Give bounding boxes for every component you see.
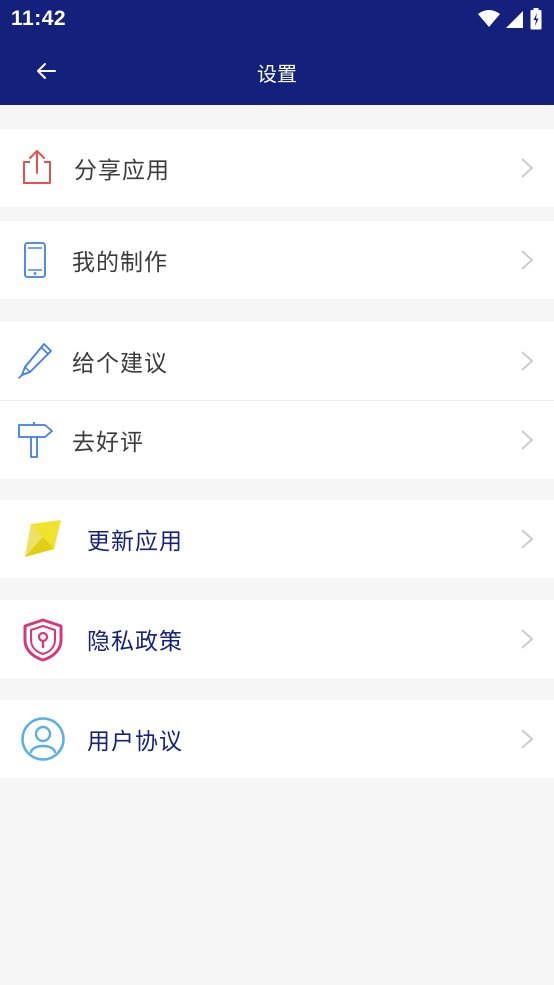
settings-group-privacy: 隐私政策 (0, 600, 554, 678)
chevron-right-icon (520, 728, 534, 750)
menu-item-agreement-label: 用户协议 (87, 729, 183, 755)
user-icon (20, 716, 65, 761)
status-bar: 11:42 (0, 0, 554, 38)
menu-item-my-works-label: 我的制作 (72, 250, 168, 276)
update-icon (23, 519, 61, 557)
menu-item-privacy-label: 隐私政策 (87, 629, 183, 655)
menu-item-privacy[interactable]: 隐私政策 (0, 600, 554, 678)
menu-item-share-label: 分享应用 (74, 158, 170, 184)
menu-item-suggest[interactable]: 给个建议 (0, 322, 554, 400)
signal-icon (506, 9, 524, 33)
battery-icon (530, 8, 542, 34)
page-title: 设置 (257, 62, 297, 86)
status-icons (472, 8, 542, 34)
chevron-right-icon (520, 350, 534, 372)
chevron-right-icon (520, 528, 534, 550)
chevron-right-icon (520, 429, 534, 451)
chevron-right-icon (520, 628, 534, 650)
settings-group-update: 更新应用 (0, 500, 554, 578)
status-time: 11:42 (11, 7, 67, 30)
app-bar: 设置 (0, 38, 554, 105)
settings-group-share: 分享应用 (0, 129, 554, 207)
chevron-right-icon (520, 249, 534, 271)
menu-item-update-label: 更新应用 (87, 529, 183, 555)
menu-item-rate[interactable]: 去好评 (0, 400, 554, 479)
signpost-icon (17, 421, 55, 459)
shield-icon (22, 618, 63, 662)
pen-icon (18, 341, 56, 379)
menu-item-suggest-label: 给个建议 (72, 351, 168, 377)
menu-item-my-works[interactable]: 我的制作 (0, 221, 554, 299)
settings-group-feedback: 给个建议 去好评 (0, 322, 554, 479)
share-icon (19, 148, 57, 186)
menu-item-agreement[interactable]: 用户协议 (0, 700, 554, 778)
chevron-right-icon (520, 157, 534, 179)
phone-icon (22, 241, 60, 279)
settings-group-works: 我的制作 (0, 221, 554, 299)
menu-item-update[interactable]: 更新应用 (0, 500, 554, 578)
menu-item-rate-label: 去好评 (72, 430, 144, 456)
menu-item-share[interactable]: 分享应用 (0, 129, 554, 207)
settings-group-agreement: 用户协议 (0, 700, 554, 778)
wifi-icon (478, 9, 500, 33)
